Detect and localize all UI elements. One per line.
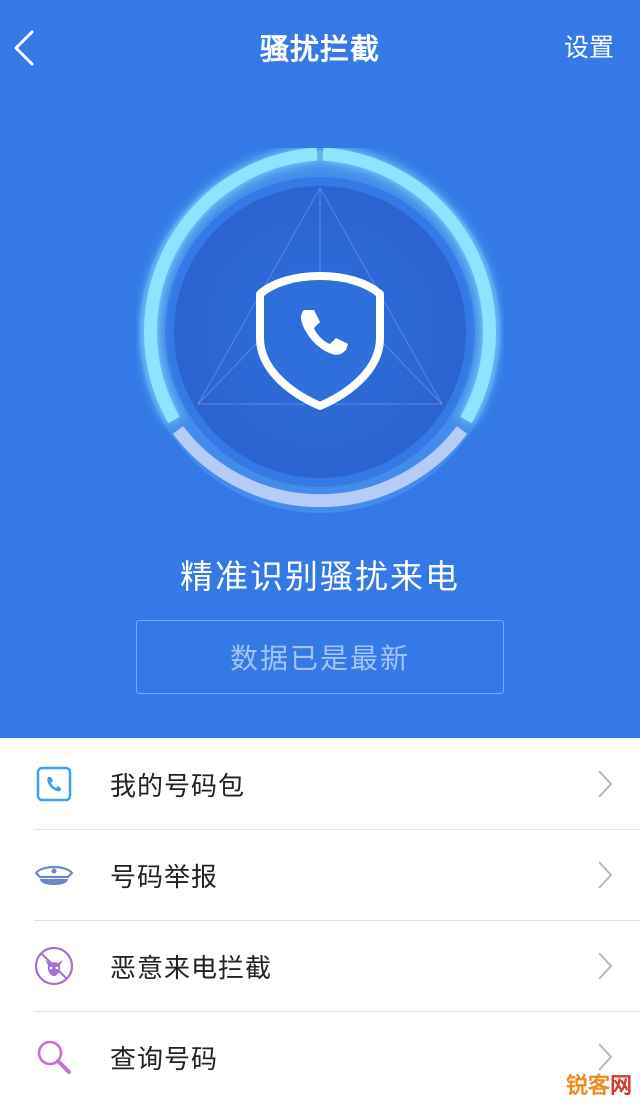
navbar: 骚扰拦截 设置 xyxy=(0,0,640,96)
menu-item-label: 我的号码包 xyxy=(110,772,246,802)
chevron-right-icon xyxy=(598,770,613,798)
menu-item-query-number[interactable]: 查询号码 xyxy=(0,1011,640,1102)
chevron-right-icon xyxy=(598,952,613,980)
protection-ring xyxy=(136,147,504,516)
phone-book-icon xyxy=(36,766,72,802)
feature-menu: 我的号码包 号码举报 恶意来电拦截 查询号码 xyxy=(0,738,640,1102)
menu-item-label: 恶意来电拦截 xyxy=(110,954,273,984)
hero-panel: 骚扰拦截 设置 精准识别骚扰来电 数据已是最新 xyxy=(0,0,640,738)
menu-item-label: 查询号码 xyxy=(110,1045,219,1075)
menu-item-report-number[interactable]: 号码举报 xyxy=(0,829,640,920)
watermark-text-a: 锐客 xyxy=(565,1074,610,1099)
slogan: 精准识别骚扰来电 xyxy=(180,557,460,596)
settings-button[interactable]: 设置 xyxy=(564,28,614,64)
menu-item-block-malicious[interactable]: 恶意来电拦截 xyxy=(0,920,640,1011)
menu-item-label: 号码举报 xyxy=(110,863,219,893)
watermark-text-b: 网 xyxy=(609,1074,632,1099)
search-icon xyxy=(37,1040,71,1074)
menu-item-number-package[interactable]: 我的号码包 xyxy=(0,738,640,829)
devil-block-icon xyxy=(34,946,74,986)
chevron-right-icon xyxy=(598,861,613,889)
data-status-button[interactable]: 数据已是最新 xyxy=(136,620,504,694)
watermark-logo: 锐客网 xyxy=(566,1068,632,1100)
data-status-text: 数据已是最新 xyxy=(229,642,410,675)
police-cap-icon xyxy=(34,865,74,885)
page-title: 骚扰拦截 xyxy=(259,32,380,66)
